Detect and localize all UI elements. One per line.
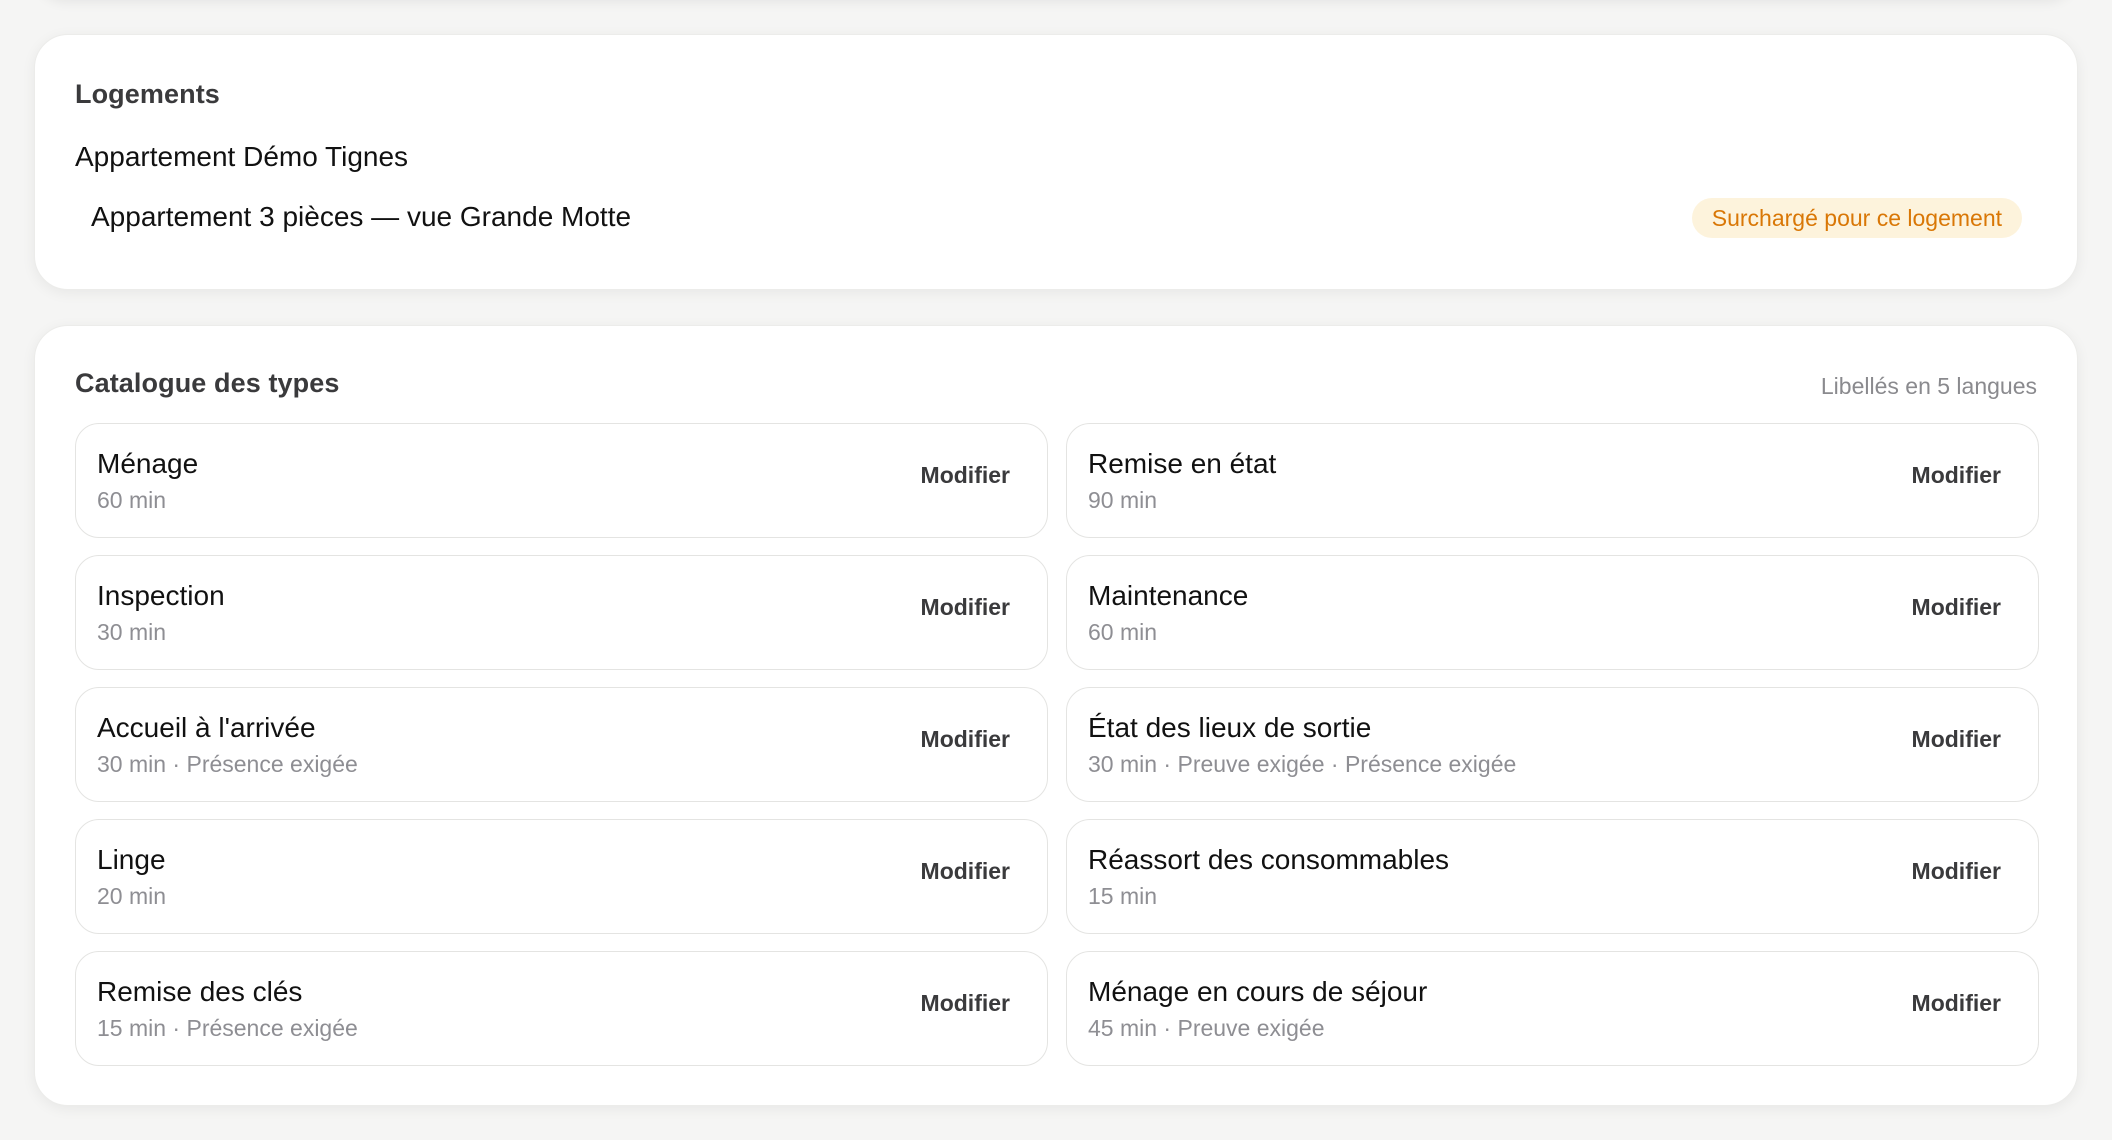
- type-name: Inspection: [97, 580, 225, 611]
- type-name: Maintenance: [1088, 580, 1249, 611]
- type-card-remise-en-etat: Remise en état 90 min Modifier: [1066, 423, 2039, 538]
- type-name: Accueil à l'arrivée: [97, 712, 316, 743]
- type-details: 15 min · Présence exigée: [97, 1015, 358, 1041]
- type-card-maintenance: Maintenance 60 min Modifier: [1066, 555, 2039, 670]
- type-details: 45 min · Preuve exigée: [1088, 1015, 1325, 1041]
- modify-button[interactable]: Modifier: [1912, 726, 2001, 753]
- type-card-menage: Ménage 60 min Modifier: [75, 423, 1048, 538]
- modify-button[interactable]: Modifier: [921, 990, 1010, 1017]
- type-name: État des lieux de sortie: [1088, 712, 1372, 743]
- catalogue-title: Catalogue des types: [75, 368, 340, 398]
- type-details: 30 min: [97, 619, 167, 645]
- type-details: 60 min: [97, 487, 167, 513]
- override-status-badge: Surchargé pour ce logement: [1691, 198, 2022, 238]
- type-card-reassort: Réassort des consommables 15 min Modifie…: [1066, 819, 2039, 934]
- modify-button[interactable]: Modifier: [1912, 462, 2001, 489]
- type-details: 30 min · Preuve exigée · Présence exigée: [1088, 751, 1517, 777]
- type-card-etat-des-lieux: État des lieux de sortie 30 min · Preuve…: [1066, 687, 2039, 802]
- type-name: Ménage en cours de séjour: [1088, 976, 1428, 1007]
- type-card-linge: Linge 20 min Modifier: [75, 819, 1048, 934]
- modify-button[interactable]: Modifier: [921, 858, 1010, 885]
- type-name: Linge: [97, 844, 166, 875]
- modify-button[interactable]: Modifier: [921, 462, 1010, 489]
- type-name: Remise en état: [1088, 448, 1277, 479]
- property-name: Appartement Démo Tignes: [75, 141, 409, 172]
- modify-button[interactable]: Modifier: [921, 726, 1010, 753]
- logements-title: Logements: [75, 79, 220, 109]
- type-details: 90 min: [1088, 487, 1158, 513]
- type-details: 30 min · Présence exigée: [97, 751, 358, 777]
- types-grid: Ménage 60 min Modifier Remise en état 90…: [75, 423, 2039, 1066]
- type-details: 20 min: [97, 883, 167, 909]
- modify-button[interactable]: Modifier: [1912, 594, 2001, 621]
- type-card-inspection: Inspection 30 min Modifier: [75, 555, 1048, 670]
- type-name: Réassort des consommables: [1088, 844, 1450, 875]
- type-card-menage-sejour: Ménage en cours de séjour 45 min · Preuv…: [1066, 951, 2039, 1066]
- type-card-accueil: Accueil à l'arrivée 30 min · Présence ex…: [75, 687, 1048, 802]
- type-details: 15 min: [1088, 883, 1158, 909]
- unit-name: Appartement 3 pièces — vue Grande Motte: [91, 201, 632, 232]
- catalogue-languages-note: Libellés en 5 langues: [1820, 373, 2037, 399]
- logements-card: Logements Appartement Démo Tignes Appart…: [34, 34, 2078, 290]
- catalogue-card: Catalogue des types Libellés en 5 langue…: [34, 325, 2078, 1106]
- type-card-remise-des-cles: Remise des clés 15 min · Présence exigée…: [75, 951, 1048, 1066]
- type-name: Remise des clés: [97, 976, 303, 1007]
- type-name: Ménage: [97, 448, 199, 479]
- modify-button[interactable]: Modifier: [921, 594, 1010, 621]
- modify-button[interactable]: Modifier: [1912, 990, 2001, 1017]
- modify-button[interactable]: Modifier: [1912, 858, 2001, 885]
- type-details: 60 min: [1088, 619, 1158, 645]
